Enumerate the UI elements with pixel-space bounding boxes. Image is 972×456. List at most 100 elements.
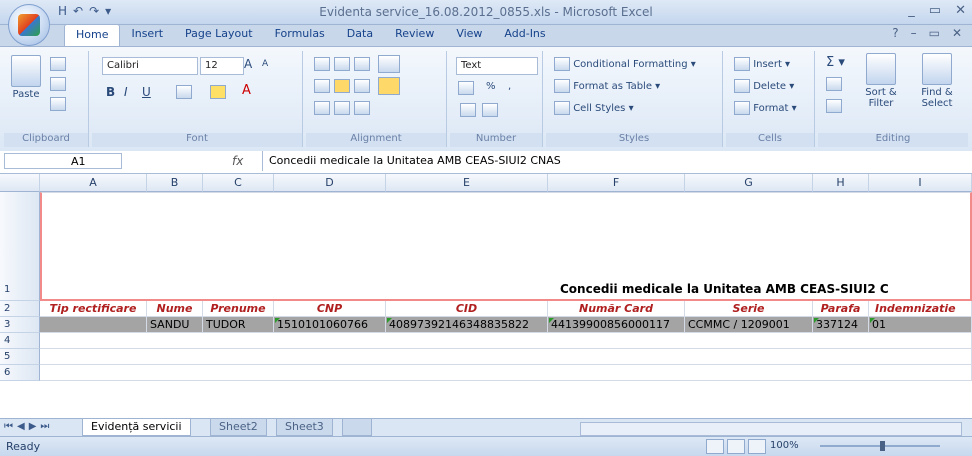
middle-align-icon[interactable]: [334, 57, 350, 71]
column-header-g[interactable]: G: [685, 174, 813, 192]
conditional-formatting-button[interactable]: Conditional Formatting ▾: [554, 57, 696, 71]
tab-home[interactable]: Home: [64, 24, 121, 47]
column-header-a[interactable]: A: [40, 174, 147, 192]
data-cell-b3[interactable]: SANDU: [147, 317, 203, 333]
maximize-button[interactable]: ▭: [929, 3, 941, 18]
name-box[interactable]: A1: [4, 153, 122, 169]
header-parafa[interactable]: Parafa: [813, 301, 869, 317]
data-cell-c3[interactable]: TUDOR: [203, 317, 274, 333]
top-align-icon[interactable]: [314, 57, 330, 71]
column-header-c[interactable]: C: [203, 174, 274, 192]
column-header-b[interactable]: B: [147, 174, 203, 192]
format-as-table-button[interactable]: Format as Table ▾: [554, 79, 660, 93]
tab-page-layout[interactable]: Page Layout: [174, 24, 264, 46]
data-cell-a3[interactable]: [40, 317, 147, 333]
row-header-2[interactable]: 2: [0, 301, 40, 317]
insert-sheet-icon[interactable]: [342, 419, 372, 436]
data-cell-f3[interactable]: 44139900856000117: [548, 317, 685, 333]
last-sheet-icon[interactable]: ⏭: [40, 421, 49, 432]
header-numar-card[interactable]: Număr Card: [548, 301, 685, 317]
ribbon-minimize-button[interactable]: –: [911, 26, 917, 40]
shrink-font-button[interactable]: A: [262, 59, 268, 69]
orientation-icon[interactable]: [354, 101, 370, 115]
clear-icon[interactable]: [826, 99, 842, 113]
formula-input[interactable]: Concedii medicale la Unitatea AMB CEAS-S…: [262, 151, 972, 171]
format-painter-icon[interactable]: [50, 97, 66, 111]
empty-row-6[interactable]: [40, 365, 972, 381]
help-icon[interactable]: ?: [892, 26, 898, 40]
percent-button[interactable]: %: [486, 81, 496, 92]
prev-sheet-icon[interactable]: ◀: [17, 421, 25, 432]
increase-decimal-icon[interactable]: [460, 103, 476, 117]
align-left-icon[interactable]: [314, 79, 330, 93]
number-format-select[interactable]: Text: [456, 57, 538, 75]
align-right-icon[interactable]: [354, 79, 370, 93]
first-sheet-icon[interactable]: ⏮: [4, 421, 13, 432]
borders-icon[interactable]: [176, 85, 192, 99]
zoom-level[interactable]: 100%: [770, 440, 799, 451]
data-cell-e3[interactable]: 40897392146348835822: [386, 317, 548, 333]
font-name-select[interactable]: Calibri: [102, 57, 198, 75]
column-header-f[interactable]: F: [548, 174, 685, 192]
fx-icon[interactable]: fx: [232, 154, 243, 168]
underline-button[interactable]: U: [142, 85, 151, 99]
insert-cells-button[interactable]: Insert ▾: [734, 57, 790, 71]
fill-icon[interactable]: [826, 77, 842, 91]
tab-add-ins[interactable]: Add-Ins: [493, 24, 556, 46]
normal-view-icon[interactable]: [706, 439, 724, 454]
comma-button[interactable]: ,: [508, 81, 511, 92]
decrease-indent-icon[interactable]: [314, 101, 330, 115]
bold-button[interactable]: B: [106, 85, 115, 99]
tab-formulas[interactable]: Formulas: [264, 24, 336, 46]
paste-button[interactable]: Paste: [8, 55, 44, 100]
header-cnp[interactable]: CNP: [274, 301, 386, 317]
decrease-decimal-icon[interactable]: [482, 103, 498, 117]
page-layout-view-icon[interactable]: [727, 439, 745, 454]
sheet-tab-sheet3[interactable]: Sheet3: [276, 419, 333, 436]
find-select-button[interactable]: Find & Select: [912, 53, 962, 109]
header-cid[interactable]: CID: [386, 301, 548, 317]
sort-filter-button[interactable]: Sort & Filter: [858, 53, 904, 109]
header-serie[interactable]: Serie: [685, 301, 813, 317]
header-nume[interactable]: Nume: [147, 301, 203, 317]
minimize-button[interactable]: _: [908, 3, 915, 18]
data-cell-d3[interactable]: 1510101060766: [274, 317, 386, 333]
row-header-6[interactable]: 6: [0, 365, 40, 381]
next-sheet-icon[interactable]: ▶: [29, 421, 37, 432]
sheet-tab-evidenta[interactable]: Evidență servicii: [82, 419, 191, 436]
data-cell-h3[interactable]: 337124: [813, 317, 869, 333]
increase-indent-icon[interactable]: [334, 101, 350, 115]
format-cells-button[interactable]: Format ▾: [734, 101, 797, 115]
data-cell-g3[interactable]: CCMMC / 1209001: [685, 317, 813, 333]
cut-icon[interactable]: [50, 57, 66, 71]
empty-row-5[interactable]: [40, 349, 972, 365]
copy-icon[interactable]: [50, 77, 66, 91]
row-header-3[interactable]: 3: [0, 317, 40, 333]
column-header-d[interactable]: D: [274, 174, 386, 192]
font-size-select[interactable]: 12: [200, 57, 244, 75]
bottom-align-icon[interactable]: [354, 57, 370, 71]
tab-data[interactable]: Data: [336, 24, 384, 46]
header-indemnizatie[interactable]: Indemnizatie: [869, 301, 972, 317]
align-center-icon[interactable]: [334, 79, 350, 93]
tab-insert[interactable]: Insert: [120, 24, 174, 46]
close-button[interactable]: ✕: [955, 3, 966, 18]
select-all-corner[interactable]: [0, 174, 40, 192]
delete-cells-button[interactable]: Delete ▾: [734, 79, 794, 93]
horizontal-scrollbar[interactable]: [580, 422, 962, 436]
sheet-tab-sheet2[interactable]: Sheet2: [210, 419, 267, 436]
data-cell-i3[interactable]: 01: [869, 317, 972, 333]
italic-button[interactable]: I: [124, 85, 128, 99]
ribbon-close-button[interactable]: ✕: [952, 26, 962, 40]
grow-font-button[interactable]: A: [244, 57, 252, 71]
header-tip-rectificare[interactable]: Tip rectificare: [40, 301, 147, 317]
empty-row-4[interactable]: [40, 333, 972, 349]
worksheet-grid[interactable]: A B C D E F G H I 1 2 3 4 5 6 Concedii m…: [0, 174, 972, 418]
column-header-e[interactable]: E: [386, 174, 548, 192]
font-color-button[interactable]: A: [242, 83, 251, 98]
ribbon-restore-button[interactable]: ▭: [929, 26, 940, 40]
autosum-button[interactable]: Σ ▾: [826, 55, 845, 70]
tab-view[interactable]: View: [445, 24, 493, 46]
cell-styles-button[interactable]: Cell Styles ▾: [554, 101, 634, 115]
office-button[interactable]: [8, 4, 50, 46]
